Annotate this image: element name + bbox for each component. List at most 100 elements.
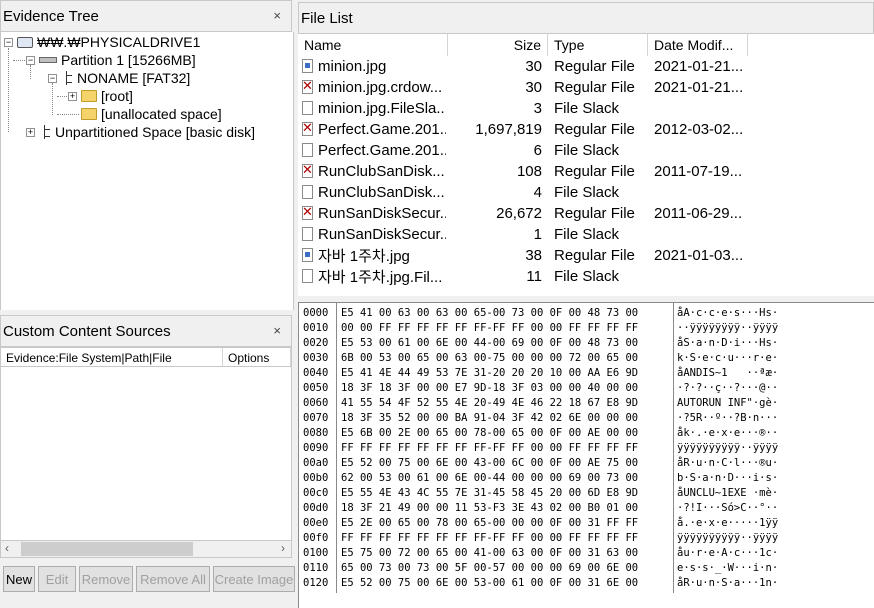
hex-row[interactable]: 0090 FF FF FF FF FF FF FF FF-FF FF 00 00 … — [299, 442, 874, 456]
deleted-file-icon — [302, 78, 313, 94]
hex-ascii: åR·u·n·C·l···®u· — [677, 457, 779, 469]
hex-row[interactable]: 0100 E5 75 00 72 00 65 00 41-00 63 00 0F … — [299, 547, 874, 561]
hex-bytes: 18 3F 21 49 00 00 11 53-F3 3E 43 02 00 B… — [341, 502, 639, 514]
deleted-file-icon — [302, 162, 313, 178]
expand-icon[interactable]: + — [68, 91, 77, 101]
tree-node-partition[interactable]: − Partition 1 [15266MB] — [26, 51, 196, 69]
hex-row[interactable]: 0010 00 00 FF FF FF FF FF FF-FF FF 00 00 … — [299, 322, 874, 336]
hex-bytes: 65 00 73 00 73 00 5F 00-57 00 00 00 69 0… — [341, 562, 639, 574]
hex-row[interactable]: 00f0 FF FF FF FF FF FF FF FF-FF FF 00 00 … — [299, 532, 874, 546]
file-list-row[interactable]: Perfect.Game.201... 1,697,819 Regular File… — [298, 119, 874, 140]
tree-connector — [52, 83, 53, 115]
edit-button[interactable]: Edit — [38, 566, 76, 592]
collapse-icon[interactable]: − — [48, 73, 57, 83]
scroll-right-icon[interactable]: › — [281, 541, 285, 555]
file-list-row[interactable]: 자바 1주차.jpg.Fil... 11 File Slack — [298, 266, 874, 287]
file-list-row[interactable]: minion.jpg 30 Regular File 2021-01-21... — [298, 56, 874, 77]
hex-row[interactable]: 0080 E5 6B 00 2E 00 65 00 78-00 65 00 0F … — [299, 427, 874, 441]
column-header-name[interactable]: Name — [298, 34, 448, 56]
create-image-button[interactable]: Create Image — [213, 566, 295, 592]
hex-bytes: 41 55 54 4F 52 55 4E 20-49 4E 46 22 18 6… — [341, 397, 639, 409]
file-list-row[interactable]: RunClubSanDisk.... 108 Regular File 2011-07… — [298, 161, 874, 182]
hex-row[interactable]: 00b0 62 00 53 00 61 00 6E 00-44 00 00 00 … — [299, 472, 874, 486]
expand-icon[interactable]: + — [26, 127, 35, 137]
tree-node-label: [unallocated space] — [101, 106, 222, 122]
hex-row[interactable]: 0060 41 55 54 4F 52 55 4E 20-49 4E 46 22 … — [299, 397, 874, 411]
evidence-tree-title: Evidence Tree — [3, 7, 99, 25]
new-button[interactable]: New — [3, 566, 35, 592]
hex-ascii: åk·.·e·x·e···®·· — [677, 427, 779, 439]
file-name: RunSanDiskSecur... — [318, 226, 446, 243]
file-list-row[interactable]: RunClubSanDisk.... 4 File Slack — [298, 182, 874, 203]
file-name: 자바 1주차.jpg.Fil... — [318, 269, 443, 286]
collapse-icon[interactable]: − — [4, 37, 13, 47]
hex-ascii: ·?·?··ç··?···@·· — [677, 382, 779, 394]
file-size: 11 — [526, 268, 542, 285]
column-header-date[interactable]: Date Modif... — [648, 34, 748, 56]
file-size: 1,697,819 — [475, 121, 542, 138]
remove-button[interactable]: Remove — [79, 566, 133, 592]
file-name: minion.jpg.FileSla... — [318, 100, 446, 117]
hex-row[interactable]: 00d0 18 3F 21 49 00 00 11 53-F3 3E 43 02 … — [299, 502, 874, 516]
hex-row[interactable]: 0030 6B 00 53 00 65 00 63 00-75 00 00 00 … — [299, 352, 874, 366]
hex-bytes: E5 41 4E 44 49 53 7E 31-20 20 20 10 00 A… — [341, 367, 639, 379]
hex-row[interactable]: 0000 E5 41 00 63 00 63 00 65-00 73 00 0F … — [299, 307, 874, 321]
horizontal-scrollbar[interactable]: ‹ › — [0, 540, 292, 558]
collapse-icon[interactable]: − — [26, 55, 35, 65]
column-header-evidence[interactable]: Evidence:File System|Path|File — [1, 348, 223, 366]
hex-bytes: E5 55 4E 43 4C 55 7E 31-45 58 45 20 00 6… — [341, 487, 639, 499]
tree-node-root[interactable]: + [root] — [68, 87, 133, 105]
hex-row[interactable]: 0040 E5 41 4E 44 49 53 7E 31-20 20 20 10 … — [299, 367, 874, 381]
hex-row[interactable]: 0110 65 00 73 00 73 00 5F 00-57 00 00 00 … — [299, 562, 874, 576]
tree-connector — [8, 48, 9, 132]
hex-row[interactable]: 00e0 E5 2E 00 65 00 78 00 65-00 00 00 0F … — [299, 517, 874, 531]
tree-node-physical-drive[interactable]: − ₩₩.₩PHYSICALDRIVE1 — [4, 33, 200, 51]
file-name: RunClubSanDisk.... — [318, 184, 446, 201]
tree-node-filesystem[interactable]: − NONAME [FAT32] — [48, 69, 190, 87]
scrollbar-thumb[interactable] — [21, 542, 193, 556]
hex-ascii: åS·a·n·D·i···Hs· — [677, 337, 779, 349]
file-list-row[interactable]: 자바 1주차.jpg 38 Regular File 2021-01-03... — [298, 245, 874, 266]
hex-bytes: 18 3F 35 52 00 00 BA 91-04 3F 42 02 6E 0… — [341, 412, 639, 424]
file-size: 3 — [533, 100, 542, 117]
file-type: File Slack — [554, 142, 620, 159]
file-type: Regular File — [554, 79, 635, 96]
close-icon[interactable]: × — [273, 8, 281, 23]
remove-all-button[interactable]: Remove All — [136, 566, 210, 592]
file-list-row[interactable]: Perfect.Game.201... 6 File Slack — [298, 140, 874, 161]
hex-row[interactable]: 0050 18 3F 18 3F 00 00 E7 9D-18 3F 03 00 … — [299, 382, 874, 396]
file-list-row[interactable]: RunSanDiskSecur... 1 File Slack — [298, 224, 874, 245]
custom-content-list[interactable] — [0, 367, 292, 540]
tree-node-label: Unpartitioned Space [basic disk] — [55, 124, 255, 140]
partition-icon — [39, 57, 57, 63]
file-name: minion.jpg.crdow... — [318, 79, 443, 96]
hex-ascii: ··ÿÿÿÿÿÿÿÿ··ÿÿÿÿ — [677, 322, 779, 334]
hex-row[interactable]: 0120 E5 52 00 75 00 6E 00 53-00 61 00 0F … — [299, 577, 874, 591]
hex-row[interactable]: 00a0 E5 52 00 75 00 6E 00 43-00 6C 00 0F … — [299, 457, 874, 471]
file-list-row[interactable]: RunSanDiskSecur... 26,672 Regular File 2011… — [298, 203, 874, 224]
hex-row[interactable]: 0020 E5 53 00 61 00 6E 00 44-00 69 00 0F … — [299, 337, 874, 351]
tree-node-label: ₩₩.₩PHYSICALDRIVE1 — [37, 34, 201, 50]
filesystem-icon — [61, 71, 73, 85]
file-list-row[interactable]: minion.jpg.FileSla... 3 File Slack — [298, 98, 874, 119]
column-header-type[interactable]: Type — [548, 34, 648, 56]
hex-bytes: FF FF FF FF FF FF FF FF-FF FF 00 00 FF F… — [341, 532, 639, 544]
hex-offset: 00e0 — [303, 517, 329, 529]
file-type: File Slack — [554, 184, 620, 201]
close-icon[interactable]: × — [273, 323, 281, 338]
custom-content-button-bar: New Edit Remove Remove All Create Image — [0, 562, 296, 596]
hex-row[interactable]: 00c0 E5 55 4E 43 4C 55 7E 31-45 58 45 20 … — [299, 487, 874, 501]
tree-node-unallocated[interactable]: [unallocated space] — [81, 105, 222, 123]
hex-row[interactable]: 0070 18 3F 35 52 00 00 BA 91-04 3F 42 02 … — [299, 412, 874, 426]
image-file-icon — [302, 248, 313, 262]
file-list-row[interactable]: minion.jpg.crdow... 30 Regular File 2021-01… — [298, 77, 874, 98]
tree-node-unpartitioned[interactable]: + Unpartitioned Space [basic disk] — [26, 123, 255, 141]
column-header-options[interactable]: Options — [223, 348, 291, 366]
hex-offset: 0080 — [303, 427, 329, 439]
scroll-left-icon[interactable]: ‹ — [5, 541, 9, 555]
column-header-size[interactable]: Size — [448, 34, 548, 56]
file-size: 26,672 — [496, 205, 542, 222]
filesystem-icon — [39, 125, 51, 139]
hex-viewer[interactable]: 0000 E5 41 00 63 00 63 00 65-00 73 00 0F … — [298, 302, 874, 608]
hex-offset: 0060 — [303, 397, 329, 409]
